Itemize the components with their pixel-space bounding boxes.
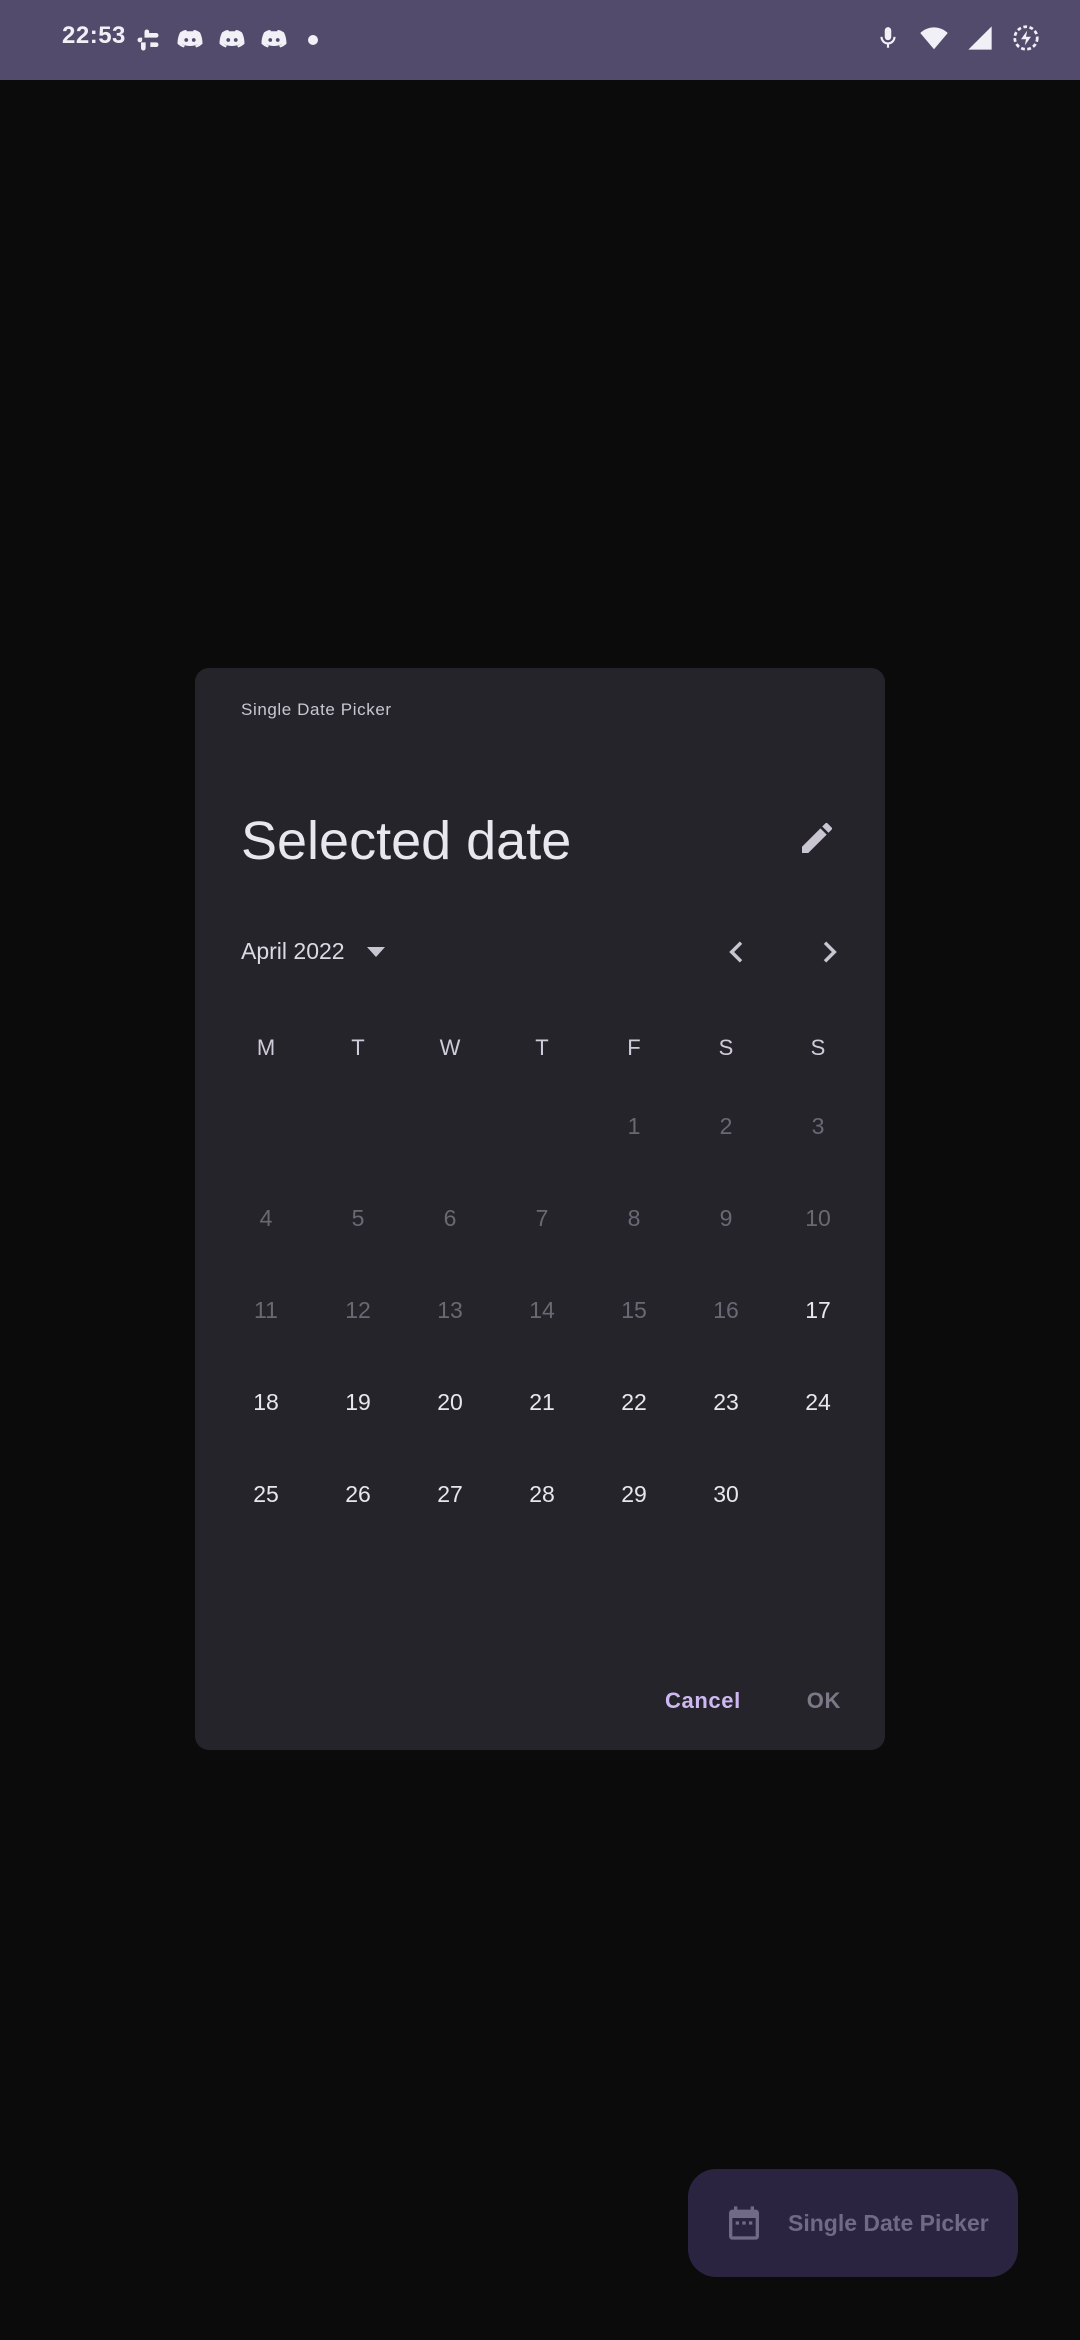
- empty-day-cell: [404, 1080, 496, 1172]
- previous-month-button[interactable]: [709, 926, 765, 982]
- empty-day-cell: [496, 1080, 588, 1172]
- day-cell[interactable]: 30: [680, 1448, 772, 1540]
- weekday-label: T: [351, 1035, 365, 1060]
- notification-icons: [132, 24, 318, 56]
- discord-icon: [258, 24, 290, 56]
- day-cell[interactable]: 22: [588, 1356, 680, 1448]
- ok-button[interactable]: OK: [799, 1674, 849, 1728]
- date-picker-dialog: Single Date Picker Selected date April 2…: [195, 668, 885, 1750]
- day-cell[interactable]: 28: [496, 1448, 588, 1540]
- day-cell: 14: [529, 1296, 555, 1323]
- discord-icon: [216, 24, 248, 56]
- day-cell: 15: [621, 1296, 647, 1323]
- day-cell: 10: [805, 1204, 831, 1231]
- day-cell[interactable]: 26: [312, 1448, 404, 1540]
- day-cell[interactable]: 27: [404, 1448, 496, 1540]
- weekday-label: S: [810, 1035, 826, 1060]
- cancel-button[interactable]: Cancel: [657, 1674, 749, 1728]
- day-cell[interactable]: 25: [220, 1448, 312, 1540]
- signal-icon: [964, 22, 996, 54]
- day-cell: 7: [535, 1204, 549, 1231]
- next-month-button[interactable]: [801, 926, 857, 982]
- day-cell: 6: [443, 1204, 457, 1231]
- weekday-label: W: [439, 1035, 461, 1060]
- month-year-label: April 2022: [241, 938, 345, 964]
- day-cell[interactable]: 29: [588, 1448, 680, 1540]
- wifi-icon: [918, 22, 950, 54]
- day-cell[interactable]: 24: [772, 1356, 864, 1448]
- month-year-selector[interactable]: April 2022: [241, 938, 387, 965]
- day-cell[interactable]: 17: [772, 1264, 864, 1356]
- chevron-left-icon: [721, 936, 753, 973]
- dialog-header-label: Single Date Picker: [241, 700, 392, 719]
- selected-date-title: Selected date: [241, 811, 572, 871]
- day-cell: 13: [437, 1296, 463, 1323]
- pencil-icon: [797, 818, 837, 863]
- day-cell[interactable]: 21: [496, 1356, 588, 1448]
- month-navigation: [709, 926, 857, 982]
- day-cell: 2: [719, 1112, 733, 1139]
- day-cell: 11: [254, 1296, 278, 1323]
- calendar-icon: [720, 2199, 768, 2247]
- day-cell[interactable]: 19: [312, 1356, 404, 1448]
- battery-saver-icon: [1010, 22, 1042, 54]
- discord-icon: [174, 24, 206, 56]
- fab-label: Single Date Picker: [788, 2209, 989, 2236]
- dialog-actions: Cancel OK: [657, 1674, 849, 1728]
- day-cell: 8: [627, 1204, 641, 1231]
- day-cell: 4: [259, 1204, 273, 1231]
- weekday-label: T: [535, 1035, 549, 1060]
- day-cell[interactable]: 20: [404, 1356, 496, 1448]
- edit-date-button[interactable]: [789, 812, 845, 868]
- mic-icon: [872, 22, 904, 54]
- weekday-header: M T W T F S S: [220, 1028, 864, 1068]
- status-time: 22:53: [62, 22, 126, 49]
- dropdown-arrow-icon: [365, 938, 387, 965]
- day-cell: 5: [351, 1204, 365, 1231]
- day-cell: 1: [627, 1112, 641, 1139]
- weekday-label: F: [627, 1035, 641, 1060]
- day-cell: 16: [713, 1296, 739, 1323]
- slack-icon: [132, 24, 164, 56]
- day-cell: 3: [811, 1112, 825, 1139]
- chevron-right-icon: [813, 936, 845, 973]
- day-cell: 12: [345, 1296, 371, 1323]
- single-date-picker-fab[interactable]: Single Date Picker: [688, 2169, 1018, 2277]
- day-cell[interactable]: 23: [680, 1356, 772, 1448]
- day-cell: 9: [719, 1204, 733, 1231]
- status-bar: 22:53: [0, 0, 1080, 80]
- calendar-day-grid: 1 2 3 4 5 6 7 8 9 10 11 12 13 14 15 16 17 18 19 20 21 22 23 24 2…: [220, 1080, 864, 1540]
- day-cell[interactable]: 18: [220, 1356, 312, 1448]
- empty-day-cell: [312, 1080, 404, 1172]
- weekday-label: M: [256, 1035, 276, 1060]
- weekday-label: S: [718, 1035, 734, 1060]
- more-notifications-dot: [308, 35, 318, 45]
- empty-day-cell: [220, 1080, 312, 1172]
- system-icons: [872, 22, 1042, 54]
